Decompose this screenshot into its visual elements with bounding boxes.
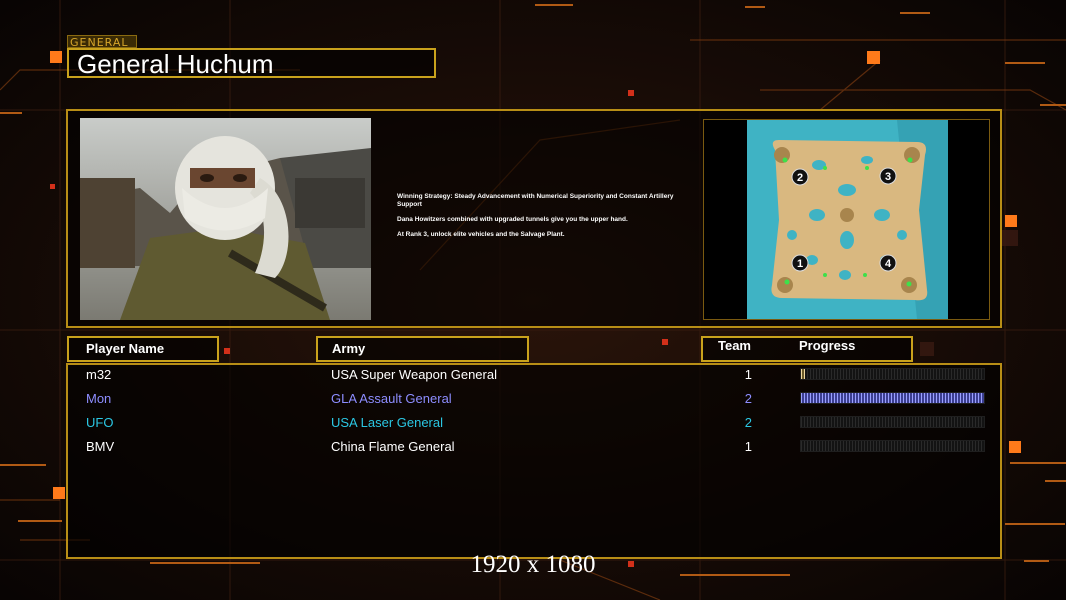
resolution-label: 1920 x 1080 xyxy=(470,551,596,578)
start-position-label-3: 3 xyxy=(885,171,891,183)
player-progress-fill xyxy=(801,369,805,379)
player-army: China Flame General xyxy=(331,439,455,454)
map-preview: 2 3 1 4 xyxy=(747,120,948,319)
column-header-army: Army xyxy=(316,336,529,362)
player-team: 1 xyxy=(744,439,752,454)
player-name: m32 xyxy=(86,367,112,382)
player-progress-bar xyxy=(800,368,985,380)
player-row: UFO USA Laser General 2 xyxy=(0,412,1066,434)
player-row: m32 USA Super Weapon General 1 xyxy=(0,364,1066,386)
start-position-label-4: 4 xyxy=(885,258,892,270)
start-position-label-2: 2 xyxy=(797,172,803,184)
start-position-label-1: 1 xyxy=(797,258,803,270)
player-row: Mon GLA Assault General 2 xyxy=(0,388,1066,410)
player-team: 2 xyxy=(744,415,752,430)
start-position-3: 3 xyxy=(879,167,897,185)
player-name: UFO xyxy=(86,415,114,430)
player-progress-bar xyxy=(800,416,985,428)
player-progress-fill xyxy=(801,393,984,403)
player-row: BMV China Flame General 1 xyxy=(0,436,1066,458)
player-progress-bar xyxy=(800,440,985,452)
strategy-line-3: At Rank 3, unlock elite vehicles and the… xyxy=(397,231,565,238)
column-header-progress: Progress xyxy=(799,338,856,353)
start-position-2: 2 xyxy=(791,168,809,186)
title-box: General Huchum xyxy=(67,48,436,78)
general-tag: GENERAL xyxy=(67,35,137,49)
player-team: 2 xyxy=(744,391,752,406)
start-position-4: 4 xyxy=(879,254,897,272)
column-header-player-name: Player Name xyxy=(67,336,219,362)
player-army: USA Laser General xyxy=(331,415,444,430)
start-position-1: 1 xyxy=(791,254,809,272)
column-header-team: Team xyxy=(718,338,751,353)
strategy-line-2: Dana Howitzers combined with upgraded tu… xyxy=(397,216,628,223)
player-team: 1 xyxy=(744,367,752,382)
general-portrait xyxy=(80,118,371,320)
player-progress-bar xyxy=(800,392,985,404)
page-title: General Huchum xyxy=(77,49,274,79)
column-header-team-progress: Team Progress xyxy=(701,336,913,362)
player-name: BMV xyxy=(86,439,115,454)
player-army: GLA Assault General xyxy=(331,391,452,406)
strategy-text: Winning Strategy: Steady Advancement wit… xyxy=(397,193,692,246)
player-name: Mon xyxy=(86,391,112,406)
player-army: USA Super Weapon General xyxy=(331,367,497,382)
strategy-line-1: Winning Strategy: Steady Advancement wit… xyxy=(397,193,674,208)
